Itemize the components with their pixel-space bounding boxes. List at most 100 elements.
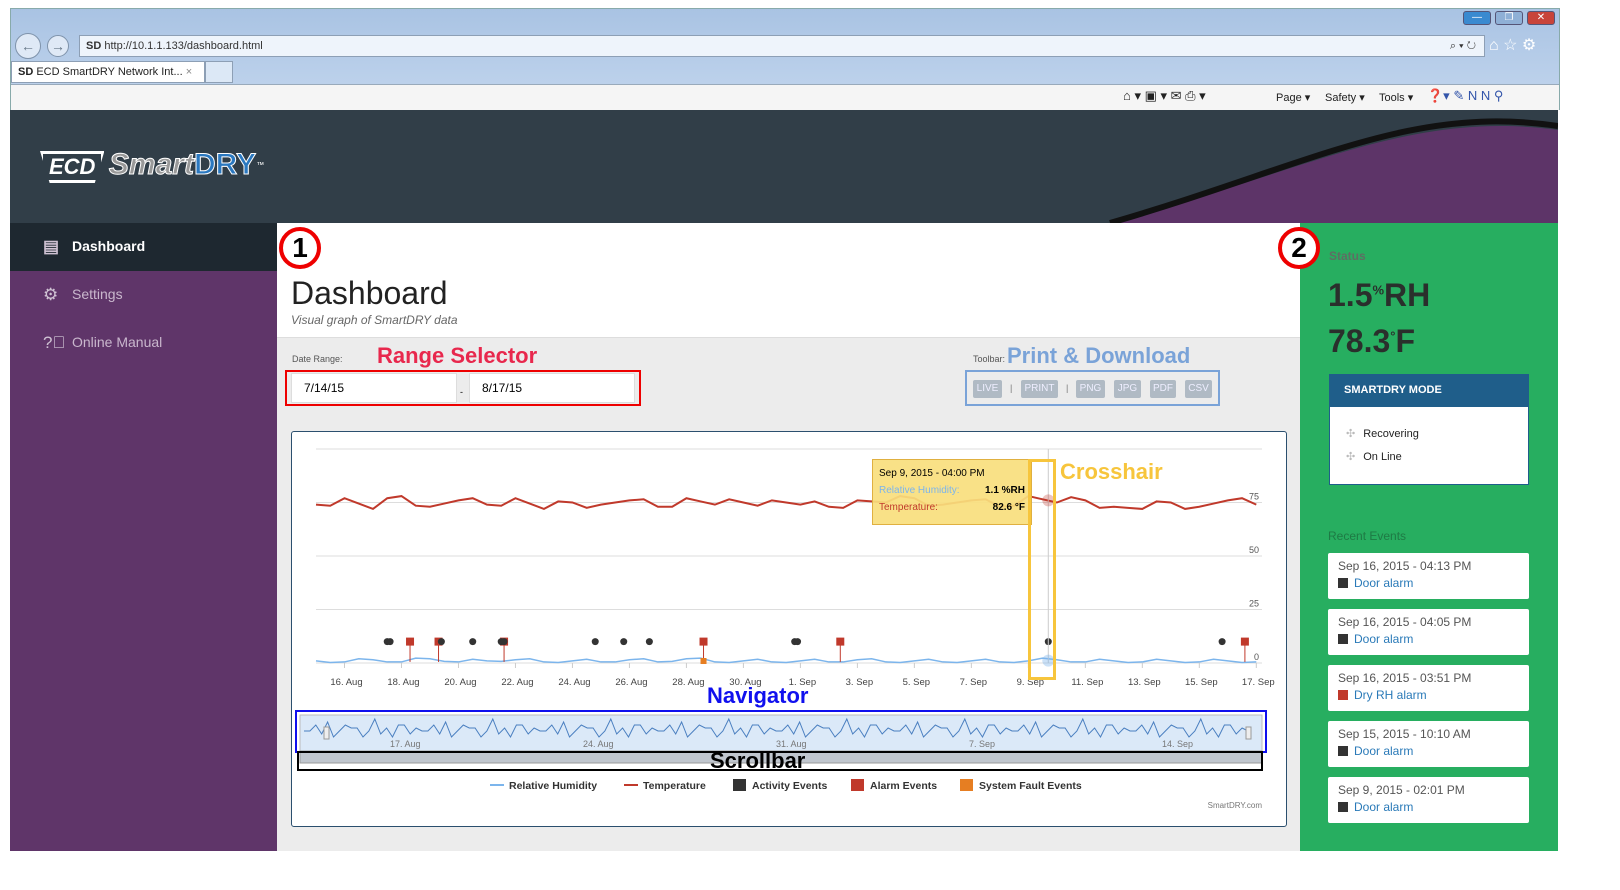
live-button[interactable]: LIVE: [973, 380, 1002, 398]
sidebar-item-dashboard[interactable]: ▤ Dashboard: [10, 223, 277, 271]
x-tick-label: 17. Sep: [1242, 677, 1275, 688]
command-icons[interactable]: ⌂ ▾ ▣ ▾ ✉ ⎙ ▾: [1123, 88, 1206, 104]
chart-tooltip: Sep 9, 2015 - 04:00 PM Relative Humidity…: [872, 459, 1032, 525]
mode-item-recovering: ✣ Recovering: [1346, 428, 1419, 440]
app-header: ECD SmartDRY™: [10, 110, 1558, 223]
activity-event-marker: [386, 638, 394, 646]
navigator-label: 7. Sep: [969, 739, 995, 749]
navigator-label: 14. Sep: [1162, 739, 1193, 749]
y-tick-label: 25: [1249, 599, 1259, 609]
annotation-navigator: Navigator: [707, 683, 809, 708]
browser-tab[interactable]: SD ECD SmartDRY Network Int... ×: [11, 61, 205, 83]
legend-item[interactable]: Activity Events: [752, 780, 827, 792]
address-bar[interactable]: SD http://10.1.1.133/dashboard.html ⌕ ▾ ↻: [79, 35, 1485, 57]
annotation-marker-1: 1: [279, 227, 321, 269]
home-star-gear-icons[interactable]: ⌂ ☆ ⚙: [1489, 35, 1536, 55]
search-refresh-icon[interactable]: ⌕ ▾ ↻: [1450, 40, 1476, 53]
title-section: Dashboard Visual graph of SmartDRY data: [277, 223, 1300, 338]
minimize-button[interactable]: —: [1463, 11, 1491, 25]
y-tick-label: 0: [1254, 652, 1259, 662]
series-line-humidity: [315, 657, 1257, 664]
legend-item[interactable]: System Fault Events: [979, 780, 1082, 792]
event-time: Sep 16, 2015 - 04:13 PM: [1338, 559, 1472, 573]
favicon: SD: [86, 40, 102, 52]
date-from-input[interactable]: [291, 373, 457, 403]
recent-events-title: Recent Events: [1328, 529, 1407, 543]
sidebar-item-settings[interactable]: ⚙ Settings: [10, 271, 277, 319]
event-item[interactable]: Sep 9, 2015 - 02:01 PM Door alarm: [1328, 777, 1529, 823]
alarm-event-marker: [1240, 637, 1249, 646]
tab-close-icon[interactable]: ×: [186, 66, 192, 78]
activity-event-marker: [1218, 638, 1226, 646]
jpg-button[interactable]: JPG: [1114, 380, 1141, 398]
navigator-handle-right[interactable]: [1245, 726, 1252, 740]
csv-button[interactable]: CSV: [1185, 380, 1212, 398]
close-window-button[interactable]: ✕: [1527, 11, 1555, 25]
x-tick-label: 26. Aug: [615, 677, 647, 688]
sidebar-item-label: Dashboard: [72, 238, 146, 254]
event-item[interactable]: Sep 15, 2015 - 10:10 AM Door alarm: [1328, 721, 1529, 767]
event-item[interactable]: Sep 16, 2015 - 04:05 PM Door alarm: [1328, 609, 1529, 655]
toolbar-divider: |: [1066, 383, 1069, 393]
crosshair-highlight: [1028, 459, 1056, 680]
y-tick-label: 75: [1249, 492, 1259, 502]
legend-symbol: [733, 779, 746, 791]
browser-window: ← → SD http://10.1.1.133/dashboard.html ⌕…: [10, 8, 1560, 110]
event-item[interactable]: Sep 16, 2015 - 04:13 PM Door alarm: [1328, 553, 1529, 599]
x-tick-label: 16. Aug: [330, 677, 362, 688]
event-type: Door alarm: [1354, 632, 1414, 646]
activity-event-marker: [794, 638, 802, 646]
date-to-input[interactable]: [469, 373, 635, 403]
sidebar-item-online-manual[interactable]: ?⃝ Online Manual: [10, 319, 277, 367]
x-tick-label: 28. Aug: [672, 677, 704, 688]
back-button[interactable]: ←: [15, 33, 41, 59]
mode-1-icon: ✣: [1346, 428, 1356, 440]
event-type: Dry RH alarm: [1354, 688, 1427, 702]
navigator-handle-left[interactable]: [323, 726, 330, 740]
range-separator: -: [460, 387, 463, 397]
png-button[interactable]: PNG: [1076, 380, 1105, 398]
x-tick-label: 22. Aug: [501, 677, 533, 688]
legend-item[interactable]: Temperature: [643, 780, 706, 792]
safety-menu[interactable]: Safety ▾: [1325, 91, 1365, 104]
annotation-crosshair: Crosshair: [1060, 459, 1163, 484]
legend-item[interactable]: Relative Humidity: [509, 780, 597, 792]
fault-event-marker: [700, 658, 707, 664]
event-time: Sep 16, 2015 - 03:51 PM: [1338, 671, 1472, 685]
legend-item[interactable]: Alarm Events: [870, 780, 937, 792]
tooltip-date: Sep 9, 2015 - 04:00 PM: [879, 468, 985, 479]
x-tick-label: 18. Aug: [387, 677, 419, 688]
sidebar-item-label: Settings: [72, 286, 123, 302]
page-title: Dashboard: [291, 275, 448, 311]
tools-menu[interactable]: Tools ▾: [1379, 91, 1413, 104]
x-tick-label: 11. Sep: [1071, 677, 1103, 688]
activity-event-marker: [500, 638, 508, 646]
annotation-print-download: Print & Download: [1007, 343, 1191, 368]
event-type-icon: [1338, 802, 1348, 812]
new-tab-button[interactable]: [205, 61, 233, 83]
annotation-scrollbar: Scrollbar: [710, 748, 806, 773]
page-menu[interactable]: Page ▾: [1276, 91, 1310, 104]
event-time: Sep 9, 2015 - 02:01 PM: [1338, 783, 1465, 797]
logo: ECD SmartDRY™: [40, 148, 264, 183]
date-range-label: Date Range:: [292, 354, 343, 364]
event-item[interactable]: Sep 16, 2015 - 03:51 PM Dry RH alarm: [1328, 665, 1529, 711]
tab-favicon: SD: [18, 66, 34, 78]
help-icon: ?⃝: [43, 333, 66, 352]
print-button[interactable]: PRINT: [1021, 380, 1058, 398]
smartdry-mode-panel: SMARTDRY MODE ✣ Recovering ✣ On Line: [1329, 374, 1529, 485]
help-extension-icons[interactable]: ❓▾ ✎ N N ⚲: [1427, 88, 1503, 104]
restore-button[interactable]: ❐: [1495, 11, 1523, 25]
activity-event-marker: [469, 638, 477, 646]
pdf-button[interactable]: PDF: [1150, 380, 1176, 398]
event-time: Sep 15, 2015 - 10:10 AM: [1338, 727, 1471, 741]
activity-event-marker: [437, 638, 445, 646]
forward-button[interactable]: →: [47, 35, 69, 57]
x-tick-label: 7. Sep: [960, 677, 987, 688]
alarm-event-marker: [699, 637, 708, 646]
toolbar-divider: |: [1010, 383, 1013, 393]
mode-title: SMARTDRY MODE: [1330, 375, 1528, 407]
annotation-range-selector: Range Selector: [377, 343, 538, 368]
sidebar-item-label: Online Manual: [72, 334, 163, 350]
activity-event-marker: [645, 638, 653, 646]
